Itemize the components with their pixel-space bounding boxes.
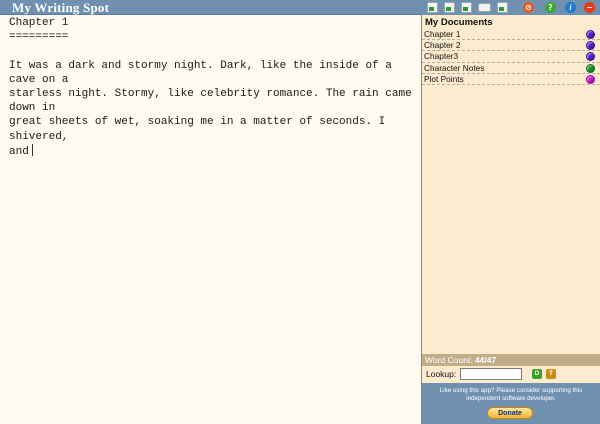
document-status-dot [586, 63, 595, 73]
editor-area[interactable]: Chapter 1 ========= It was a dark and st… [0, 16, 421, 424]
document-name: Character Notes [424, 62, 485, 73]
editor-line: starless night. Stormy, like celebrity r… [9, 88, 419, 115]
support-message: Like using this app? Please consider sup… [439, 387, 583, 402]
editor-line: Chapter 1 [9, 17, 69, 29]
lookup-row: Lookup: D T [422, 366, 600, 382]
document-item-chapter-2[interactable]: Chapter 2 [422, 40, 600, 52]
word-count-bar: Word Count: 44/47 [422, 354, 600, 366]
editor-line: great sheets of wet, soaking me in a mat… [9, 116, 392, 143]
support-panel: Like using this app? Please consider sup… [422, 383, 600, 424]
donate-button[interactable]: Donate [487, 407, 533, 419]
word-count-label: Word Count: [425, 355, 473, 365]
document-name: Chapter 2 [424, 40, 461, 51]
document-item-chapter3[interactable]: Chapter3 [422, 51, 600, 63]
help-icon[interactable]: ? [545, 2, 556, 13]
document-name: Plot Points [424, 73, 464, 84]
message-icon[interactable] [478, 3, 491, 12]
stop-icon[interactable]: ⊘ [523, 2, 534, 13]
editor-line: It was a dark and stormy night. Dark, li… [9, 59, 399, 86]
editor-text[interactable]: Chapter 1 ========= It was a dark and st… [9, 16, 419, 159]
editor-line: ========= [9, 31, 69, 44]
app-header: My Writing Spot [0, 0, 422, 15]
close-icon[interactable]: − [584, 2, 595, 13]
document-name: Chapter3 [424, 51, 459, 62]
document-list: Chapter 1 Chapter 2 Chapter3 Character N… [422, 29, 600, 85]
document-item-character-notes[interactable]: Character Notes [422, 63, 600, 74]
document-name: Chapter 1 [424, 29, 461, 39]
app-title: My Writing Spot [12, 0, 110, 15]
lookup-input[interactable] [460, 368, 522, 380]
edit-document-icon[interactable] [461, 2, 472, 13]
document-status-dot [586, 30, 595, 39]
lookup-label: Lookup: [426, 369, 457, 379]
new-document-icon[interactable] [427, 2, 438, 13]
documents-heading: My Documents [425, 17, 493, 28]
text-caret [31, 143, 33, 156]
editor-line: and [9, 145, 29, 158]
document-status-dot [586, 52, 595, 62]
document-status-dot [586, 74, 595, 84]
lookup-dictionary-button[interactable]: D [532, 369, 542, 379]
open-document-icon[interactable] [444, 2, 455, 13]
lookup-thesaurus-button[interactable]: T [546, 369, 556, 379]
document-status-dot [586, 41, 595, 51]
toolbar: ⊘ ? i − [422, 0, 600, 15]
word-count-value: 44/47 [474, 355, 497, 365]
document-item-chapter-1[interactable]: Chapter 1 [422, 29, 600, 41]
info-icon[interactable]: i [565, 2, 576, 13]
sidebar: ⊘ ? i − My Documents Chapter 1 Chapter 2… [422, 0, 600, 424]
document-item-plot-points[interactable]: Plot Points [422, 74, 600, 85]
save-icon[interactable] [497, 2, 508, 13]
